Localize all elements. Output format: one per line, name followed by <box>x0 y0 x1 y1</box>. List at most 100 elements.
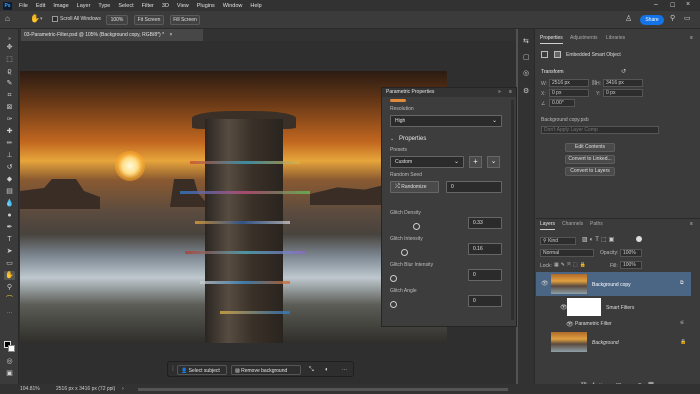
add-preset-button[interactable]: + <box>469 156 482 168</box>
menu-3d[interactable]: 3D <box>158 3 173 9</box>
search-icon[interactable]: ⚲ <box>670 14 675 22</box>
move-tool-icon[interactable]: ✥ <box>4 43 15 52</box>
layer-name[interactable]: Background copy <box>592 282 631 288</box>
filter-options-icon[interactable]: ⚟ <box>680 320 684 326</box>
lock-icons[interactable]: ▦✎⤧⬚🔒 <box>554 262 588 268</box>
quick-selection-tool-icon[interactable]: ✎ <box>4 79 15 88</box>
collapse-panel-icon[interactable]: » <box>498 89 501 95</box>
adjust-icon[interactable]: ◐ <box>325 365 329 375</box>
menu-plugins[interactable]: Plugins <box>193 3 219 9</box>
tab-channels[interactable]: Channels <box>562 219 583 230</box>
convert-to-layers-button[interactable]: Convert to Layers <box>565 167 615 176</box>
tab-adjustments[interactable]: Adjustments <box>570 33 598 44</box>
crop-tool-icon[interactable]: ⌗ <box>4 91 15 100</box>
width-field[interactable]: 2516 px <box>549 79 589 87</box>
glitch-density-input[interactable]: 0.33 <box>468 217 502 229</box>
convert-to-linked-button[interactable]: Convert to Linked... <box>565 155 615 164</box>
angle-field[interactable]: 0.00° <box>549 99 575 107</box>
close-window-icon[interactable]: × <box>686 1 690 8</box>
glitch-intensity-input[interactable]: 0.16 <box>468 243 502 255</box>
gradient-tool-icon[interactable]: ▤ <box>4 187 15 196</box>
x-field[interactable]: 0 px <box>549 89 589 97</box>
layer-row-background-copy[interactable]: 👁 Background copy ⧉ <box>536 272 691 296</box>
glitch-blur-slider[interactable] <box>390 275 397 282</box>
y-field[interactable]: 0 px <box>603 89 643 97</box>
workspace-icon[interactable]: ▭ <box>684 14 691 22</box>
tab-properties[interactable]: Properties <box>540 33 563 44</box>
glitch-density-slider[interactable] <box>413 223 421 230</box>
brush-tool-icon[interactable]: ✏ <box>4 139 15 148</box>
document-tab[interactable]: 03-Parametric-Filter.psd @ 105% (Backgro… <box>21 29 203 41</box>
home-icon[interactable]: ⌂ <box>5 14 10 23</box>
filter-toggle-icon[interactable] <box>636 236 642 242</box>
edit-contents-button[interactable]: Edit Contents <box>565 143 615 152</box>
type-tool-icon[interactable]: T <box>4 235 15 244</box>
layer-row-smart-filters[interactable]: 👁 Smart Filters <box>536 296 691 318</box>
chevron-down-icon[interactable]: ▾ <box>40 16 43 22</box>
generative-fill-icon[interactable]: ⌒ <box>4 295 15 304</box>
tab-paths[interactable]: Paths <box>590 219 603 230</box>
scroll-all-windows-checkbox[interactable] <box>52 16 58 22</box>
panel-menu-icon[interactable]: ≡ <box>690 221 693 227</box>
menu-help[interactable]: Help <box>246 3 265 9</box>
reset-transform-icon[interactable]: ↺ <box>621 68 626 75</box>
zoom-level[interactable]: 104.81% <box>20 384 40 394</box>
height-field[interactable]: 3416 px <box>603 79 643 87</box>
randomize-button[interactable]: ⤮ Randomize <box>390 181 439 193</box>
clone-stamp-tool-icon[interactable]: ⊥ <box>4 151 15 160</box>
layer-row-background[interactable]: Background 🔒 <box>536 331 691 353</box>
healing-brush-tool-icon[interactable]: ✚ <box>4 127 15 136</box>
comments-icon[interactable]: ▢ <box>523 53 530 61</box>
drag-handle-icon[interactable]: ⋮ <box>170 365 176 372</box>
panel-menu-icon[interactable]: ≡ <box>690 35 693 41</box>
layer-row-parametric-filter[interactable]: 👁 Parametric Filter ⚟ <box>536 319 691 329</box>
menu-select[interactable]: Select <box>114 3 137 9</box>
share-button[interactable]: Share <box>640 15 664 25</box>
rectangle-tool-icon[interactable]: ▭ <box>4 259 15 268</box>
parametric-filter-label[interactable]: Parametric Filter <box>575 321 612 327</box>
learn-icon[interactable]: ◎ <box>523 69 529 77</box>
remove-background-button[interactable]: ▨ Remove background <box>231 365 301 375</box>
properties-icon[interactable]: ⚙ <box>523 87 529 95</box>
history-brush-tool-icon[interactable]: ↺ <box>4 163 15 172</box>
dodge-tool-icon[interactable]: ● <box>4 211 15 220</box>
menu-view[interactable]: View <box>173 3 193 9</box>
background-color-swatch[interactable] <box>8 345 15 352</box>
chevron-right-icon[interactable]: › <box>122 384 124 394</box>
menu-layer[interactable]: Layer <box>73 3 95 9</box>
lasso-tool-icon[interactable]: ϱ <box>4 67 15 76</box>
menu-image[interactable]: Image <box>49 3 72 9</box>
zoom-100-button[interactable]: 100% <box>106 15 128 25</box>
more-tools-icon[interactable]: ··· <box>4 309 15 318</box>
maximize-icon[interactable]: ☐ <box>670 2 675 9</box>
panel-menu-icon[interactable]: ≡ <box>509 89 512 95</box>
more-options-icon[interactable]: ··· <box>342 365 347 375</box>
pen-tool-icon[interactable]: ✒ <box>4 223 15 232</box>
blend-mode-select[interactable]: Normal <box>540 249 594 257</box>
eyedropper-tool-icon[interactable]: ✑ <box>4 115 15 124</box>
hand-tool-icon[interactable]: ✋ <box>30 14 40 23</box>
zoom-tool-icon[interactable]: ⚲ <box>4 283 15 292</box>
horizontal-scrollbar[interactable] <box>138 388 508 391</box>
preset-options-button[interactable]: ⌄ <box>487 156 500 168</box>
tab-layers[interactable]: Layers <box>540 219 556 230</box>
glitch-angle-slider[interactable] <box>390 301 397 308</box>
menu-type[interactable]: Type <box>94 3 114 9</box>
user-icon[interactable]: ♙ <box>625 14 632 23</box>
fill-field[interactable]: 100% <box>620 261 642 269</box>
marquee-tool-icon[interactable]: ⬚ <box>4 55 15 64</box>
menu-filter[interactable]: Filter <box>138 3 158 9</box>
fill-screen-button[interactable]: Fill Screen <box>170 15 200 25</box>
layer-comp-select[interactable]: Don't Apply Layer Comp <box>541 126 659 134</box>
layer-filter-icons[interactable]: ▨◐T⬚▣ <box>582 236 616 243</box>
menu-file[interactable]: File <box>15 3 32 9</box>
opacity-field[interactable]: 100% <box>620 249 642 257</box>
hand-tool-icon-active[interactable]: ✋ <box>4 271 15 280</box>
frame-tool-icon[interactable]: ⊠ <box>4 103 15 112</box>
visibility-eye-icon[interactable]: 👁 <box>566 321 574 328</box>
chevron-down-icon[interactable]: ⌄ <box>390 136 394 142</box>
visibility-eye-icon[interactable]: 👁 <box>541 280 549 287</box>
resolution-dropdown[interactable]: High ⌄ <box>390 115 502 127</box>
quick-mask-icon[interactable]: ◎ <box>4 357 15 366</box>
glitch-intensity-slider[interactable] <box>401 249 409 256</box>
